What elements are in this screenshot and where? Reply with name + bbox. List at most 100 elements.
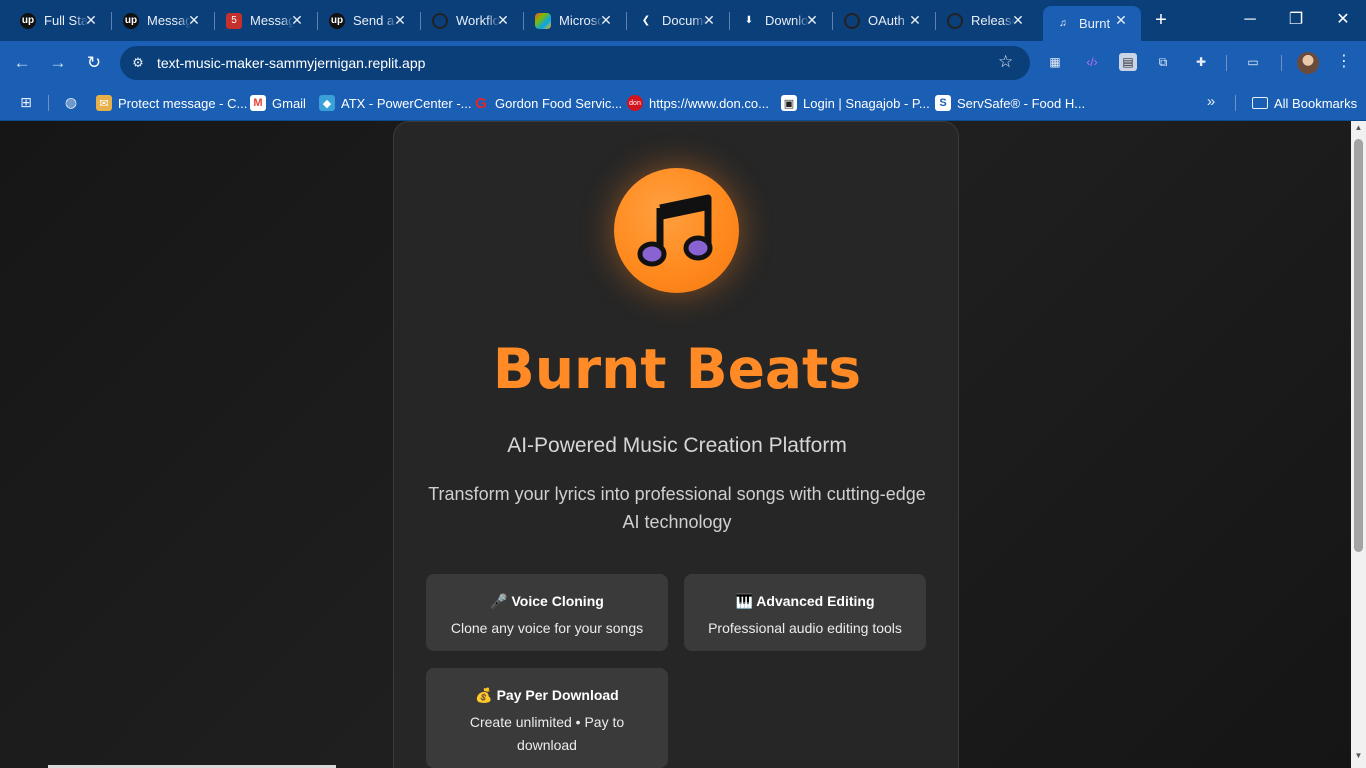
money-bag-icon: 💰 (475, 687, 493, 703)
extension-icon[interactable]: ▦ (1046, 53, 1064, 71)
tab-title: Send a (353, 13, 395, 28)
close-icon[interactable]: ✕ (701, 12, 717, 28)
tab-workflow[interactable]: Workflow ✕ (420, 6, 524, 35)
tab-send[interactable]: up Send a ✕ (317, 6, 421, 35)
feature-title: 💰 Pay Per Download (475, 687, 619, 703)
close-icon[interactable]: ✕ (907, 12, 923, 28)
folder-icon (1252, 97, 1268, 109)
extensions-puzzle-icon[interactable]: ✚ (1192, 53, 1210, 71)
bookmark-star-icon[interactable]: ☆ (998, 53, 1016, 71)
music-note-icon (637, 194, 713, 267)
devtools-extension-icon[interactable]: ‹/› (1083, 53, 1101, 71)
toolbar-separator (1226, 55, 1227, 71)
close-icon[interactable]: ✕ (289, 12, 305, 28)
gordon-food-icon: G (475, 94, 487, 112)
music-note-icon: ♫ (1059, 18, 1067, 29)
globe-icon[interactable]: ◍ (62, 93, 80, 111)
close-icon[interactable]: ✕ (1010, 12, 1026, 28)
microphone-icon: 🎤 (490, 593, 508, 609)
tab-documentation[interactable]: ❮ Documentation ✕ (626, 6, 730, 35)
back-arrow-icon[interactable]: ← (12, 53, 32, 73)
page-description: Transform your lyrics into professional … (428, 484, 926, 532)
tab-strip: up Full Stack ✕ up Messages ✕ 5 Messages… (0, 0, 1366, 41)
tab-burnt-beats[interactable]: ♫ Burnt ✕ (1043, 6, 1141, 41)
github-icon (844, 12, 860, 29)
tab-messages[interactable]: up Messages ✕ (111, 6, 215, 35)
tab-title: Downloads (765, 13, 809, 28)
side-panel-icon[interactable]: ▭ (1244, 53, 1262, 71)
restore-icon[interactable]: ❐ (1286, 10, 1306, 30)
github-icon (947, 12, 963, 29)
tab-full-stack[interactable]: up Full Stack ✕ (8, 6, 112, 35)
red-badge-icon: 5 (226, 12, 242, 29)
site-settings-icon[interactable]: ⚙ (130, 55, 146, 71)
scrollbar-thumb[interactable] (1354, 139, 1363, 552)
tab-title: OAuth (868, 13, 905, 28)
all-bookmarks-button[interactable]: All Bookmarks (1252, 93, 1357, 113)
close-icon[interactable]: ✕ (83, 12, 99, 28)
tab-messages-2[interactable]: 5 Messages ✕ (214, 6, 318, 35)
close-icon[interactable]: ✕ (186, 12, 202, 28)
bookmark-atx-powercenter[interactable]: ◆ ATX - PowerCenter -... (319, 93, 472, 113)
more-menu-icon[interactable]: ⋮ (1335, 53, 1353, 71)
bookmarks-bar: ⊞ ◍ ✉ Protect message - C... M Gmail ◆ A… (0, 85, 1366, 121)
address-bar[interactable]: ⚙ text-music-maker-sammyjernigan.replit.… (120, 46, 1030, 80)
close-icon[interactable]: ✕ (392, 12, 408, 28)
feature-title: 🎹 Advanced Editing (735, 593, 875, 609)
snagajob-icon: ▣ (781, 95, 797, 111)
vertical-scrollbar[interactable]: ▲ ▼ (1351, 121, 1366, 768)
bookmarks-separator (1235, 95, 1236, 111)
bookmark-snagajob[interactable]: ▣ Login | Snagajob - P... (781, 93, 930, 113)
mail-shield-icon: ✉ (96, 95, 112, 111)
toolbar-separator (1281, 55, 1282, 71)
scroll-up-arrow-icon[interactable]: ▲ (1354, 123, 1363, 132)
bookmark-don[interactable]: don https://www.don.co... (627, 93, 769, 113)
bookmarks-separator (48, 95, 49, 111)
tab-title: Messages (250, 13, 294, 28)
page-subtitle: AI-Powered Music Creation Platform (507, 434, 847, 457)
tab-microsoft[interactable]: Microsoft ✕ (523, 6, 627, 35)
microsoft-icon (535, 12, 551, 29)
download-icon: ⬇ (744, 15, 754, 26)
feature-pay-per-download: 💰 Pay Per Download Create unlimited • Pa… (426, 668, 668, 768)
apps-grid-icon[interactable]: ⊞ (17, 93, 35, 111)
tab-downloads[interactable]: ⬇ Downloads ✕ (729, 6, 833, 35)
bookmark-gordon-food[interactable]: G Gordon Food Servic... (473, 93, 622, 113)
feature-voice-cloning: 🎤 Voice Cloning Clone any voice for your… (426, 574, 668, 651)
upwork-icon: up (329, 12, 345, 29)
close-icon[interactable]: ✕ (1113, 12, 1129, 28)
bookmark-gmail[interactable]: M Gmail (250, 93, 306, 113)
reload-icon[interactable]: ↻ (84, 53, 104, 73)
upwork-icon: up (123, 12, 139, 29)
url-text[interactable]: text-music-maker-sammyjernigan.replit.ap… (157, 55, 425, 71)
scroll-down-arrow-icon[interactable]: ▼ (1354, 751, 1363, 760)
powercenter-icon: ◆ (319, 95, 335, 111)
close-icon[interactable]: ✕ (598, 12, 614, 28)
piano-keys-icon: 🎹 (735, 593, 753, 609)
window-close-icon[interactable]: ✕ (1333, 10, 1353, 30)
bookmark-protect-message[interactable]: ✉ Protect message - C... (96, 93, 247, 113)
tab-title: Messages (147, 13, 191, 28)
new-tab-plus-icon[interactable]: + (1151, 10, 1171, 30)
tab-title: Microsoft (559, 13, 603, 28)
tab-releases[interactable]: Releases ✕ (935, 6, 1038, 35)
page-viewport: Burnt Beats AI-Powered Music Creation Pl… (0, 121, 1351, 768)
chevron-double-right-icon[interactable]: » (1202, 93, 1220, 111)
close-icon[interactable]: ✕ (804, 12, 820, 28)
gmail-icon: M (250, 95, 266, 111)
github-icon (432, 12, 448, 29)
profile-avatar[interactable] (1297, 52, 1319, 74)
close-icon[interactable]: ✕ (495, 12, 511, 28)
minimize-icon[interactable]: ─ (1240, 10, 1260, 30)
page-title: Burnt Beats (492, 337, 862, 401)
extension-icon-2[interactable]: ▤ (1119, 53, 1137, 71)
feature-advanced-editing: 🎹 Advanced Editing Professional audio ed… (684, 574, 926, 651)
screenshot-extension-icon[interactable]: ⧉ (1154, 53, 1172, 71)
bookmark-servsafe[interactable]: S ServSafe® - Food H... (935, 93, 1085, 113)
vscode-icon: ❮ (641, 15, 651, 26)
tab-title: Releases (971, 13, 1015, 28)
forward-arrow-icon[interactable]: → (48, 53, 68, 73)
tab-title: Full Stack (44, 13, 88, 28)
tab-oauth[interactable]: OAuth ✕ (832, 6, 936, 35)
feature-title: 🎤 Voice Cloning (490, 593, 604, 609)
